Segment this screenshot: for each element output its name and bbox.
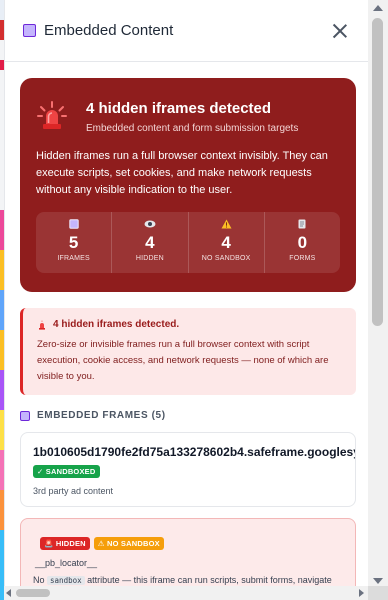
panel-title: Embedded Content: [44, 22, 174, 39]
close-icon[interactable]: [330, 21, 350, 41]
embedded-content-panel: Embedded Content 4 hidden iframes detect…: [4, 0, 368, 600]
warning-box: 4 hidden iframes detected. Zero-size or …: [20, 308, 356, 395]
scroll-up-icon[interactable]: [373, 5, 383, 11]
frame-source: 1b010605d1790fe2fd75a133278602b4.safefra…: [33, 445, 355, 459]
stat-label: IFRAMES: [57, 255, 90, 262]
stat-value: 5: [68, 233, 79, 252]
frame-icon: [36, 219, 111, 231]
scroll-right-icon[interactable]: [359, 589, 364, 597]
scroll-down-icon[interactable]: [373, 578, 383, 584]
form-icon: [265, 219, 340, 231]
vertical-scrollbar[interactable]: [368, 0, 388, 600]
no-sandbox-badge: ⚠ NO SANDBOX: [93, 537, 164, 550]
hero-title: 4 hidden iframes detected: [86, 100, 272, 117]
siren-icon: [39, 320, 45, 330]
sandbox-code: sandbox: [47, 576, 85, 585]
frame-warning-prefix: No: [33, 575, 45, 585]
frame-icon: [23, 24, 36, 37]
stat-value: 4: [145, 233, 155, 252]
stat-value: 4: [221, 233, 231, 252]
scrollbar-corner: [368, 586, 388, 600]
frame-item[interactable]: 1b010605d1790fe2fd75a133278602b4.safefra…: [20, 432, 356, 507]
frame-item[interactable]: 🚨 HIDDEN ⚠ NO SANDBOX __pb_locator__ No …: [20, 518, 356, 586]
frame-icon: [20, 410, 30, 421]
hero-description: Hidden iframes run a full browser contex…: [36, 150, 328, 196]
stat-iframes: 5 IFRAMES: [36, 212, 113, 273]
stat-label: FORMS: [289, 255, 316, 262]
frame-warning: No sandbox attribute — this iframe can r…: [33, 574, 343, 586]
stat-no-sandbox: 4 NO SANDBOX: [189, 212, 265, 273]
hidden-badge: 🚨 HIDDEN: [40, 537, 90, 550]
stat-label: HIDDEN: [135, 255, 164, 262]
horizontal-scrollbar[interactable]: [4, 586, 368, 600]
warning-text: Zero-size or invisible frames run a full…: [37, 339, 329, 382]
frame-name: __pb_locator__: [35, 558, 98, 568]
warning-title: 4 hidden iframes detected.: [53, 319, 180, 330]
hero-subtitle: Embedded content and form submission tar…: [86, 123, 299, 134]
stat-forms: 0 FORMS: [265, 212, 340, 273]
frames-section-heading: EMBEDDED FRAMES (5): [20, 410, 356, 421]
alert-summary-card: 4 hidden iframes detected Embedded conte…: [20, 78, 356, 292]
stats-grid: 5 IFRAMES 4 HIDDEN 4 NO SANDBOX 0 FORMS: [36, 212, 340, 273]
stat-label: NO SANDBOX: [201, 255, 251, 262]
stat-hidden: 4 HIDDEN: [112, 212, 189, 273]
scroll-left-icon[interactable]: [6, 589, 11, 597]
scrollbar-thumb[interactable]: [372, 18, 383, 326]
frame-description: 3rd party ad content: [33, 486, 114, 496]
stat-value: 0: [297, 233, 308, 252]
warning-icon: [189, 219, 264, 231]
panel-content[interactable]: 4 hidden iframes detected Embedded conte…: [5, 63, 368, 586]
sandboxed-badge: ✓ SANDBOXED: [33, 465, 100, 478]
panel-header: Embedded Content: [5, 0, 368, 62]
siren-icon: [37, 101, 67, 129]
eye-icon: [112, 219, 187, 231]
frames-heading-label: EMBEDDED FRAMES (5): [37, 410, 166, 421]
scrollbar-thumb[interactable]: [16, 589, 50, 597]
